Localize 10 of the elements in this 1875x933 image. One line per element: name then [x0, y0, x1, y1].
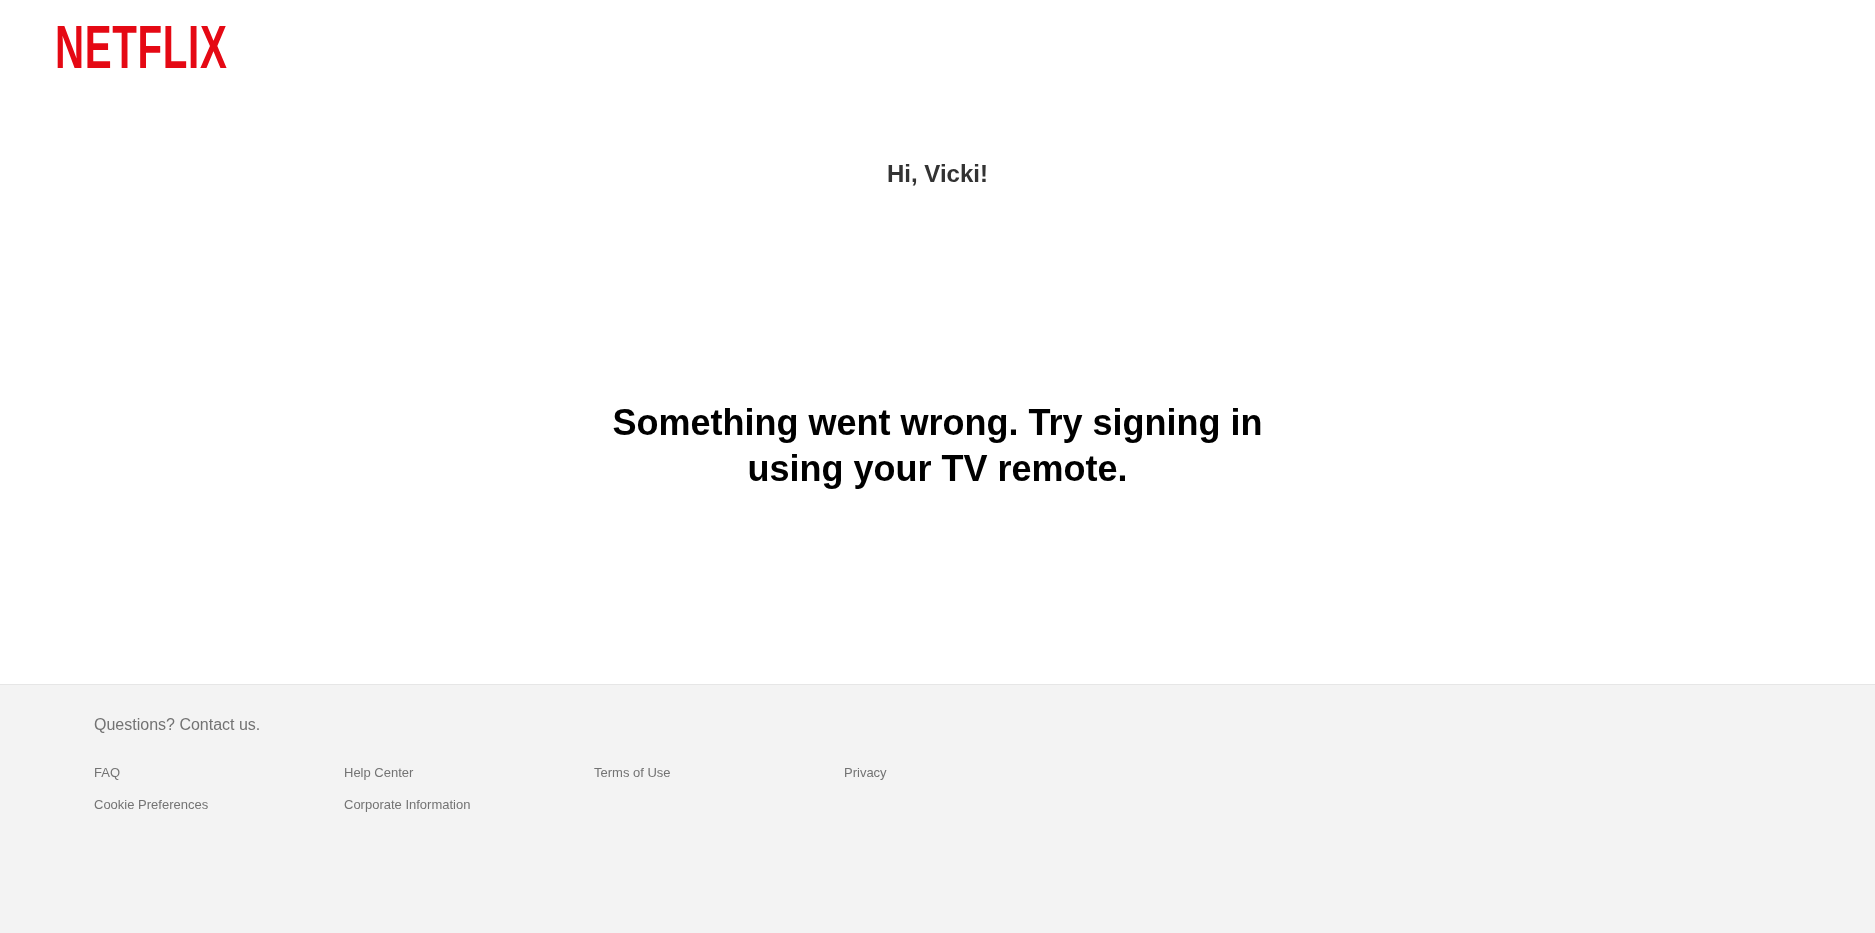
- footer-link[interactable]: FAQ: [94, 765, 120, 781]
- error-message: Something went wrong. Try signing in using your TV remote.: [611, 401, 1264, 491]
- contact-link[interactable]: Questions? Contact us.: [94, 715, 261, 735]
- footer-link[interactable]: Help Center: [344, 765, 414, 781]
- greeting-text: Hi, Vicki!: [887, 159, 988, 189]
- footer-link[interactable]: Privacy: [844, 765, 887, 781]
- logo[interactable]: NETFLIX: [55, 16, 228, 78]
- footer-link[interactable]: Cookie Preferences: [94, 797, 209, 813]
- footer-link[interactable]: Corporate Information: [344, 797, 471, 813]
- footer-link[interactable]: Terms of Use: [594, 765, 671, 781]
